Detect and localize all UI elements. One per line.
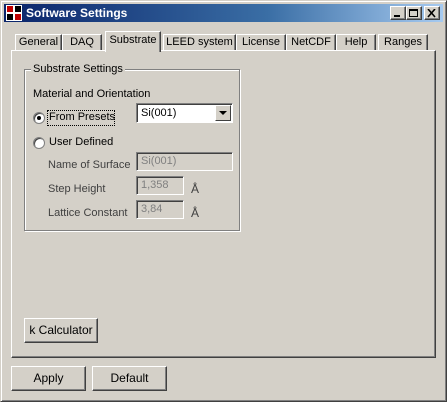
tab-license[interactable]: License [236, 34, 286, 51]
window-title: Software Settings [26, 6, 128, 20]
apply-button[interactable]: Apply [11, 366, 86, 391]
surface-name-field[interactable]: Si(001) [136, 152, 233, 171]
chevron-down-icon [219, 111, 227, 115]
tab-general[interactable]: General [15, 34, 62, 51]
tab-label: Substrate [109, 34, 157, 46]
tab-daq[interactable]: DAQ [62, 34, 102, 51]
tab-leed-system[interactable]: LEED system [163, 34, 236, 51]
user-defined-radio[interactable] [33, 137, 45, 149]
group-title: Substrate Settings [31, 63, 125, 75]
tab-label: LEED system [166, 36, 233, 48]
close-icon [427, 9, 436, 18]
settings-window: Software Settings General DAQ Substrate … [0, 0, 447, 402]
user-defined-label[interactable]: User Defined [49, 136, 113, 148]
preset-select[interactable]: Si(001) [136, 103, 233, 123]
lattice-constant-field[interactable]: 3,84 [136, 200, 184, 219]
dropdown-button[interactable] [215, 105, 231, 121]
from-presets-radio[interactable] [33, 112, 45, 124]
step-height-label: Step Height [48, 183, 106, 195]
lattice-constant-unit: Å [191, 206, 200, 220]
tab-netcdf[interactable]: NetCDF [286, 34, 336, 51]
maximize-button[interactable] [406, 6, 422, 20]
maximize-icon [409, 9, 418, 17]
lattice-constant-label: Lattice Constant [48, 207, 128, 219]
tab-substrate[interactable]: Substrate [105, 31, 161, 52]
tab-ranges[interactable]: Ranges [378, 34, 428, 51]
surface-name-label: Name of Surface [48, 159, 131, 171]
material-orientation-label: Material and Orientation [33, 88, 151, 100]
tab-help[interactable]: Help [336, 34, 376, 51]
tab-label: General [18, 36, 59, 48]
minimize-button[interactable] [390, 6, 406, 20]
from-presets-label[interactable]: From Presets [49, 111, 115, 123]
step-height-unit: Å [191, 182, 200, 196]
title-bar[interactable]: Software Settings [4, 4, 443, 22]
close-button[interactable] [424, 6, 440, 20]
minimize-icon [394, 15, 400, 17]
default-button[interactable]: Default [92, 366, 167, 391]
k-calculator-button[interactable]: k Calculator [24, 318, 98, 343]
tab-label: NetCDF [291, 36, 331, 48]
tab-label: License [242, 36, 280, 48]
step-height-field[interactable]: 1,358 [136, 176, 184, 195]
preset-select-value: Si(001) [141, 107, 177, 119]
tab-label: DAQ [70, 36, 94, 48]
tab-label: Help [344, 36, 368, 48]
radio-selected-dot [37, 116, 41, 120]
tab-label: Ranges [384, 36, 422, 48]
settings-app-icon[interactable] [6, 5, 22, 21]
